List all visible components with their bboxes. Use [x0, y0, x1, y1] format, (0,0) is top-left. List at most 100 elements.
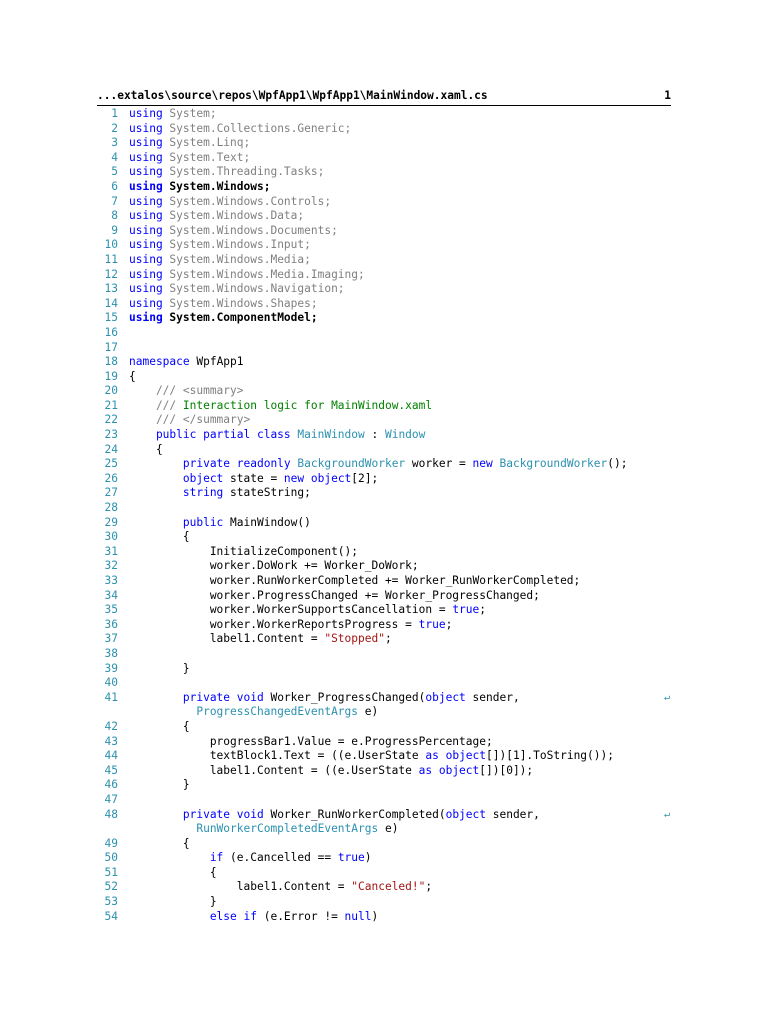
code-line: 48 private void Worker_RunWorkerComplete… — [90, 808, 690, 823]
code-line: 37 label1.Content = "Stopped"; — [90, 632, 690, 647]
code-token: private void — [129, 807, 264, 821]
code-line: 49 { — [90, 837, 690, 852]
line-number: 44 — [104, 749, 118, 763]
code-token: using — [129, 136, 163, 150]
line-number: 4 — [111, 150, 118, 164]
line-text: { — [129, 370, 136, 385]
code-token: (); — [607, 457, 628, 471]
code-token: System.Windows.Data; — [162, 209, 305, 223]
code-token: System.ComponentModel; — [162, 311, 318, 325]
code-token: new — [472, 457, 493, 471]
line-text: using System.Windows.Controls; — [129, 195, 331, 210]
code-line: 30 { — [90, 530, 690, 545]
code-token: { — [129, 442, 163, 456]
line-number: 34 — [104, 588, 118, 602]
code-token: /// </summary> — [129, 413, 251, 427]
code-token: true — [452, 603, 480, 617]
code-line: 39 } — [90, 662, 690, 677]
line-text: /// </summary> — [129, 413, 250, 428]
line-text: worker.WorkerSupportsCancellation = true… — [129, 603, 486, 618]
line-text: if (e.Cancelled == true) — [129, 851, 372, 866]
line-text: } — [129, 778, 190, 793]
page-number: 1 — [664, 89, 671, 102]
line-text: } — [129, 662, 190, 677]
code-token: worker.WorkerReportsProgress = — [129, 617, 419, 631]
line-text: { — [129, 866, 217, 881]
code-token: new — [283, 471, 305, 485]
line-wrap-icon: ↵ — [664, 808, 671, 820]
line-number: 17 — [104, 340, 118, 354]
code-line: 18 namespace WpfApp1 — [90, 355, 690, 370]
line-number: 48 — [104, 807, 118, 821]
code-token: else if — [129, 909, 257, 923]
code-token: Worker_ProgressChanged( — [263, 690, 426, 704]
line-text: public MainWindow() — [129, 516, 311, 531]
code-token: if — [129, 851, 224, 865]
line-text: using System.Windows.Media.Imaging; — [129, 268, 365, 283]
code-line: 41 private void Worker_ProgressChanged(o… — [90, 691, 690, 706]
code-line: 17 — [90, 341, 690, 356]
code-line: 43 progressBar1.Value = e.ProgressPercen… — [90, 735, 690, 750]
code-line: 34 worker.ProgressChanged += Worker_Prog… — [90, 589, 690, 604]
line-number: 15 — [104, 311, 118, 325]
line-number: 31 — [104, 544, 118, 558]
code-line: 6 using System.Windows; — [90, 180, 690, 195]
line-text: worker.WorkerReportsProgress = true; — [129, 617, 453, 633]
line-number: 27 — [104, 486, 118, 500]
line-number: 42 — [104, 719, 118, 733]
line-number: 52 — [104, 880, 118, 894]
code-token: { — [129, 719, 190, 733]
line-text: worker.ProgressChanged += Worker_Progres… — [129, 589, 540, 604]
line-number: 19 — [104, 369, 118, 383]
line-text: using System.Windows.Documents; — [129, 224, 338, 239]
line-number: 25 — [104, 457, 118, 471]
line-text: } — [129, 895, 217, 910]
code-token: worker.DoWork += Worker_DoWork; — [129, 559, 419, 573]
code-token: worker.ProgressChanged += Worker_Progres… — [129, 588, 540, 602]
line-number: 13 — [104, 282, 118, 296]
code-line: 26 object state = new object[2]; — [90, 472, 690, 487]
code-line: 27 string stateString; — [90, 486, 690, 501]
code-line: 51 { — [90, 866, 690, 881]
code-token: object — [438, 749, 487, 763]
code-token: state = — [223, 471, 284, 485]
code-token: true — [418, 617, 446, 631]
code-token: ; — [479, 603, 487, 617]
code-line: 15 using System.ComponentModel; — [90, 311, 690, 326]
code-token: using — [129, 107, 163, 120]
line-number: 26 — [104, 471, 118, 485]
code-token: System.Windows.Input; — [162, 238, 311, 252]
line-number: 49 — [104, 836, 118, 850]
code-line: 23 public partial class MainWindow : Win… — [90, 428, 690, 443]
code-token: true — [337, 851, 365, 865]
line-text: object state = new object[2]; — [129, 472, 378, 487]
code-line: 40 — [90, 676, 690, 691]
line-text: /// Interaction logic for MainWindow.xam… — [129, 399, 432, 414]
line-number: 21 — [104, 398, 118, 412]
code-token: (e.Cancelled == — [223, 851, 338, 865]
line-number: 14 — [104, 296, 118, 310]
line-number: 38 — [104, 646, 118, 660]
code-token: System.Windows.Controls; — [162, 194, 332, 208]
line-number: 53 — [104, 895, 118, 909]
code-line-continuation: ProgressChangedEventArgs e) — [90, 705, 690, 720]
line-text: using System.Windows; — [129, 180, 270, 195]
code-token: using — [129, 252, 163, 266]
code-token: } — [129, 778, 190, 792]
code-line: 35 worker.WorkerSupportsCancellation = t… — [90, 603, 690, 618]
line-number: 45 — [104, 763, 118, 777]
line-number: 22 — [104, 413, 118, 427]
line-text: label1.Content = "Canceled!"; — [129, 880, 432, 895]
code-line: 21 /// Interaction logic for MainWindow.… — [90, 399, 690, 414]
code-token: as — [425, 749, 439, 763]
code-token: [2]; — [351, 471, 379, 485]
code-token: using — [129, 150, 163, 164]
code-token: using — [129, 238, 163, 252]
code-line: 10 using System.Windows.Input; — [90, 238, 690, 253]
code-line: 5 using System.Threading.Tasks; — [90, 165, 690, 180]
line-text: using System.Windows.Navigation; — [129, 282, 345, 297]
code-line: 22 /// </summary> — [90, 413, 690, 428]
code-token: Interaction logic for MainWindow.xaml — [176, 398, 433, 412]
code-token: using — [129, 296, 163, 310]
code-token: using — [129, 179, 163, 193]
